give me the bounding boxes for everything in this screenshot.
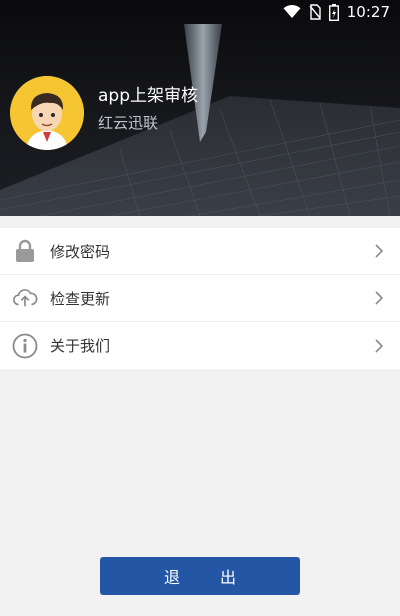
avatar-cartoon-boy-icon bbox=[10, 76, 84, 150]
logout-button[interactable]: 退出 bbox=[100, 557, 300, 595]
battery-charging-icon bbox=[328, 3, 339, 21]
wifi-icon bbox=[283, 5, 301, 19]
chevron-right-icon bbox=[374, 338, 386, 354]
profile-header: 10:27 app上架审核 红云迅联 bbox=[0, 0, 400, 216]
avatar[interactable] bbox=[10, 76, 84, 150]
menu-item-label: 关于我们 bbox=[50, 337, 111, 355]
company-name: 红云迅联 bbox=[98, 114, 159, 132]
cloud-upload-icon bbox=[12, 285, 38, 311]
lock-icon bbox=[12, 238, 38, 264]
chevron-right-icon bbox=[374, 290, 386, 306]
menu-item-change-password[interactable]: 修改密码 bbox=[0, 228, 400, 275]
profile-text: app上架审核 红云迅联 bbox=[98, 84, 198, 134]
no-sim-icon bbox=[309, 4, 321, 20]
status-time: 10:27 bbox=[346, 3, 390, 21]
status-bar: 10:27 bbox=[0, 0, 400, 24]
settings-menu: 修改密码 检查更新 关于我们 bbox=[0, 228, 400, 369]
menu-item-about-us[interactable]: 关于我们 bbox=[0, 322, 400, 369]
profile-block: app上架审核 红云迅联 bbox=[10, 76, 198, 150]
info-icon bbox=[12, 333, 38, 359]
menu-item-label: 检查更新 bbox=[50, 289, 111, 308]
chevron-right-icon bbox=[374, 243, 386, 259]
menu-item-check-update[interactable]: 检查更新 bbox=[0, 275, 400, 322]
menu-item-label: 修改密码 bbox=[50, 242, 111, 261]
app-name: app上架审核 bbox=[98, 86, 198, 106]
